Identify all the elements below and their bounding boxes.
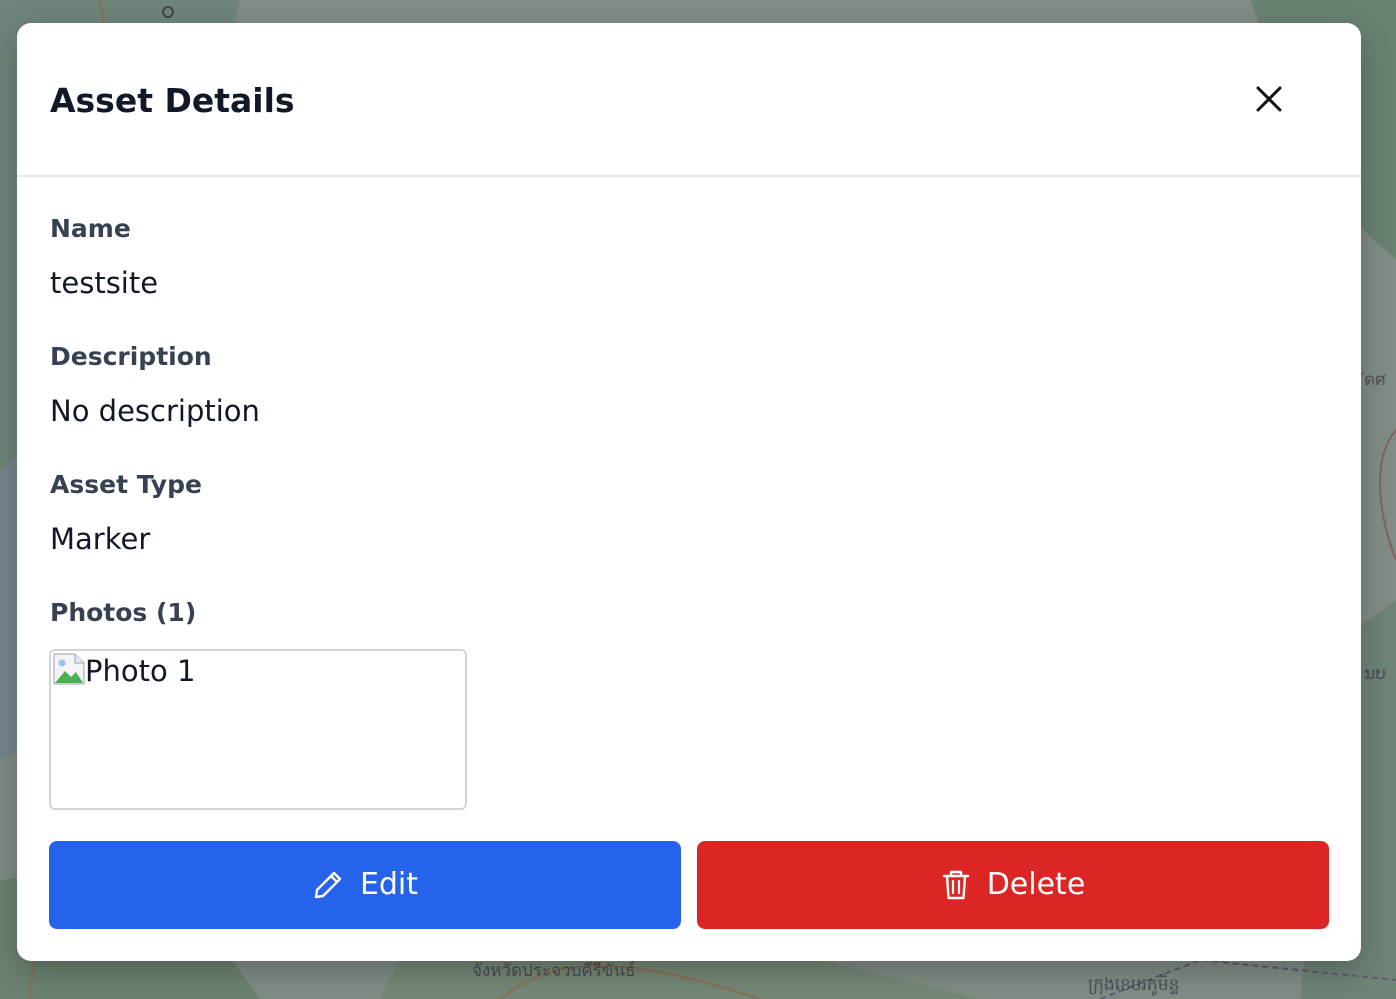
broken-image: Photo 1: [53, 653, 195, 689]
modal-title: Asset Details: [50, 81, 295, 120]
trash-icon: [942, 870, 969, 900]
edit-button[interactable]: Edit: [49, 841, 681, 929]
broken-image-icon: [53, 653, 85, 685]
asset-details-modal: Asset Details Name testsite Description …: [17, 23, 1361, 961]
name-value: testsite: [50, 266, 159, 300]
photo-thumbnail[interactable]: Photo 1: [49, 649, 467, 810]
modal-header: Asset Details: [17, 23, 1361, 177]
asset-type-value: Marker: [50, 522, 151, 556]
name-label: Name: [50, 214, 131, 243]
pencil-icon: [314, 871, 342, 899]
asset-type-label: Asset Type: [50, 470, 202, 499]
photos-label: Photos (1): [50, 598, 197, 627]
close-icon: [1256, 86, 1282, 112]
photo-alt-text: Photo 1: [85, 654, 196, 688]
close-button[interactable]: [1245, 75, 1293, 123]
description-value: No description: [50, 394, 260, 428]
edit-button-label: Edit: [359, 867, 419, 902]
description-label: Description: [50, 342, 212, 371]
delete-button-label: Delete: [986, 867, 1086, 902]
delete-button[interactable]: Delete: [697, 841, 1329, 929]
